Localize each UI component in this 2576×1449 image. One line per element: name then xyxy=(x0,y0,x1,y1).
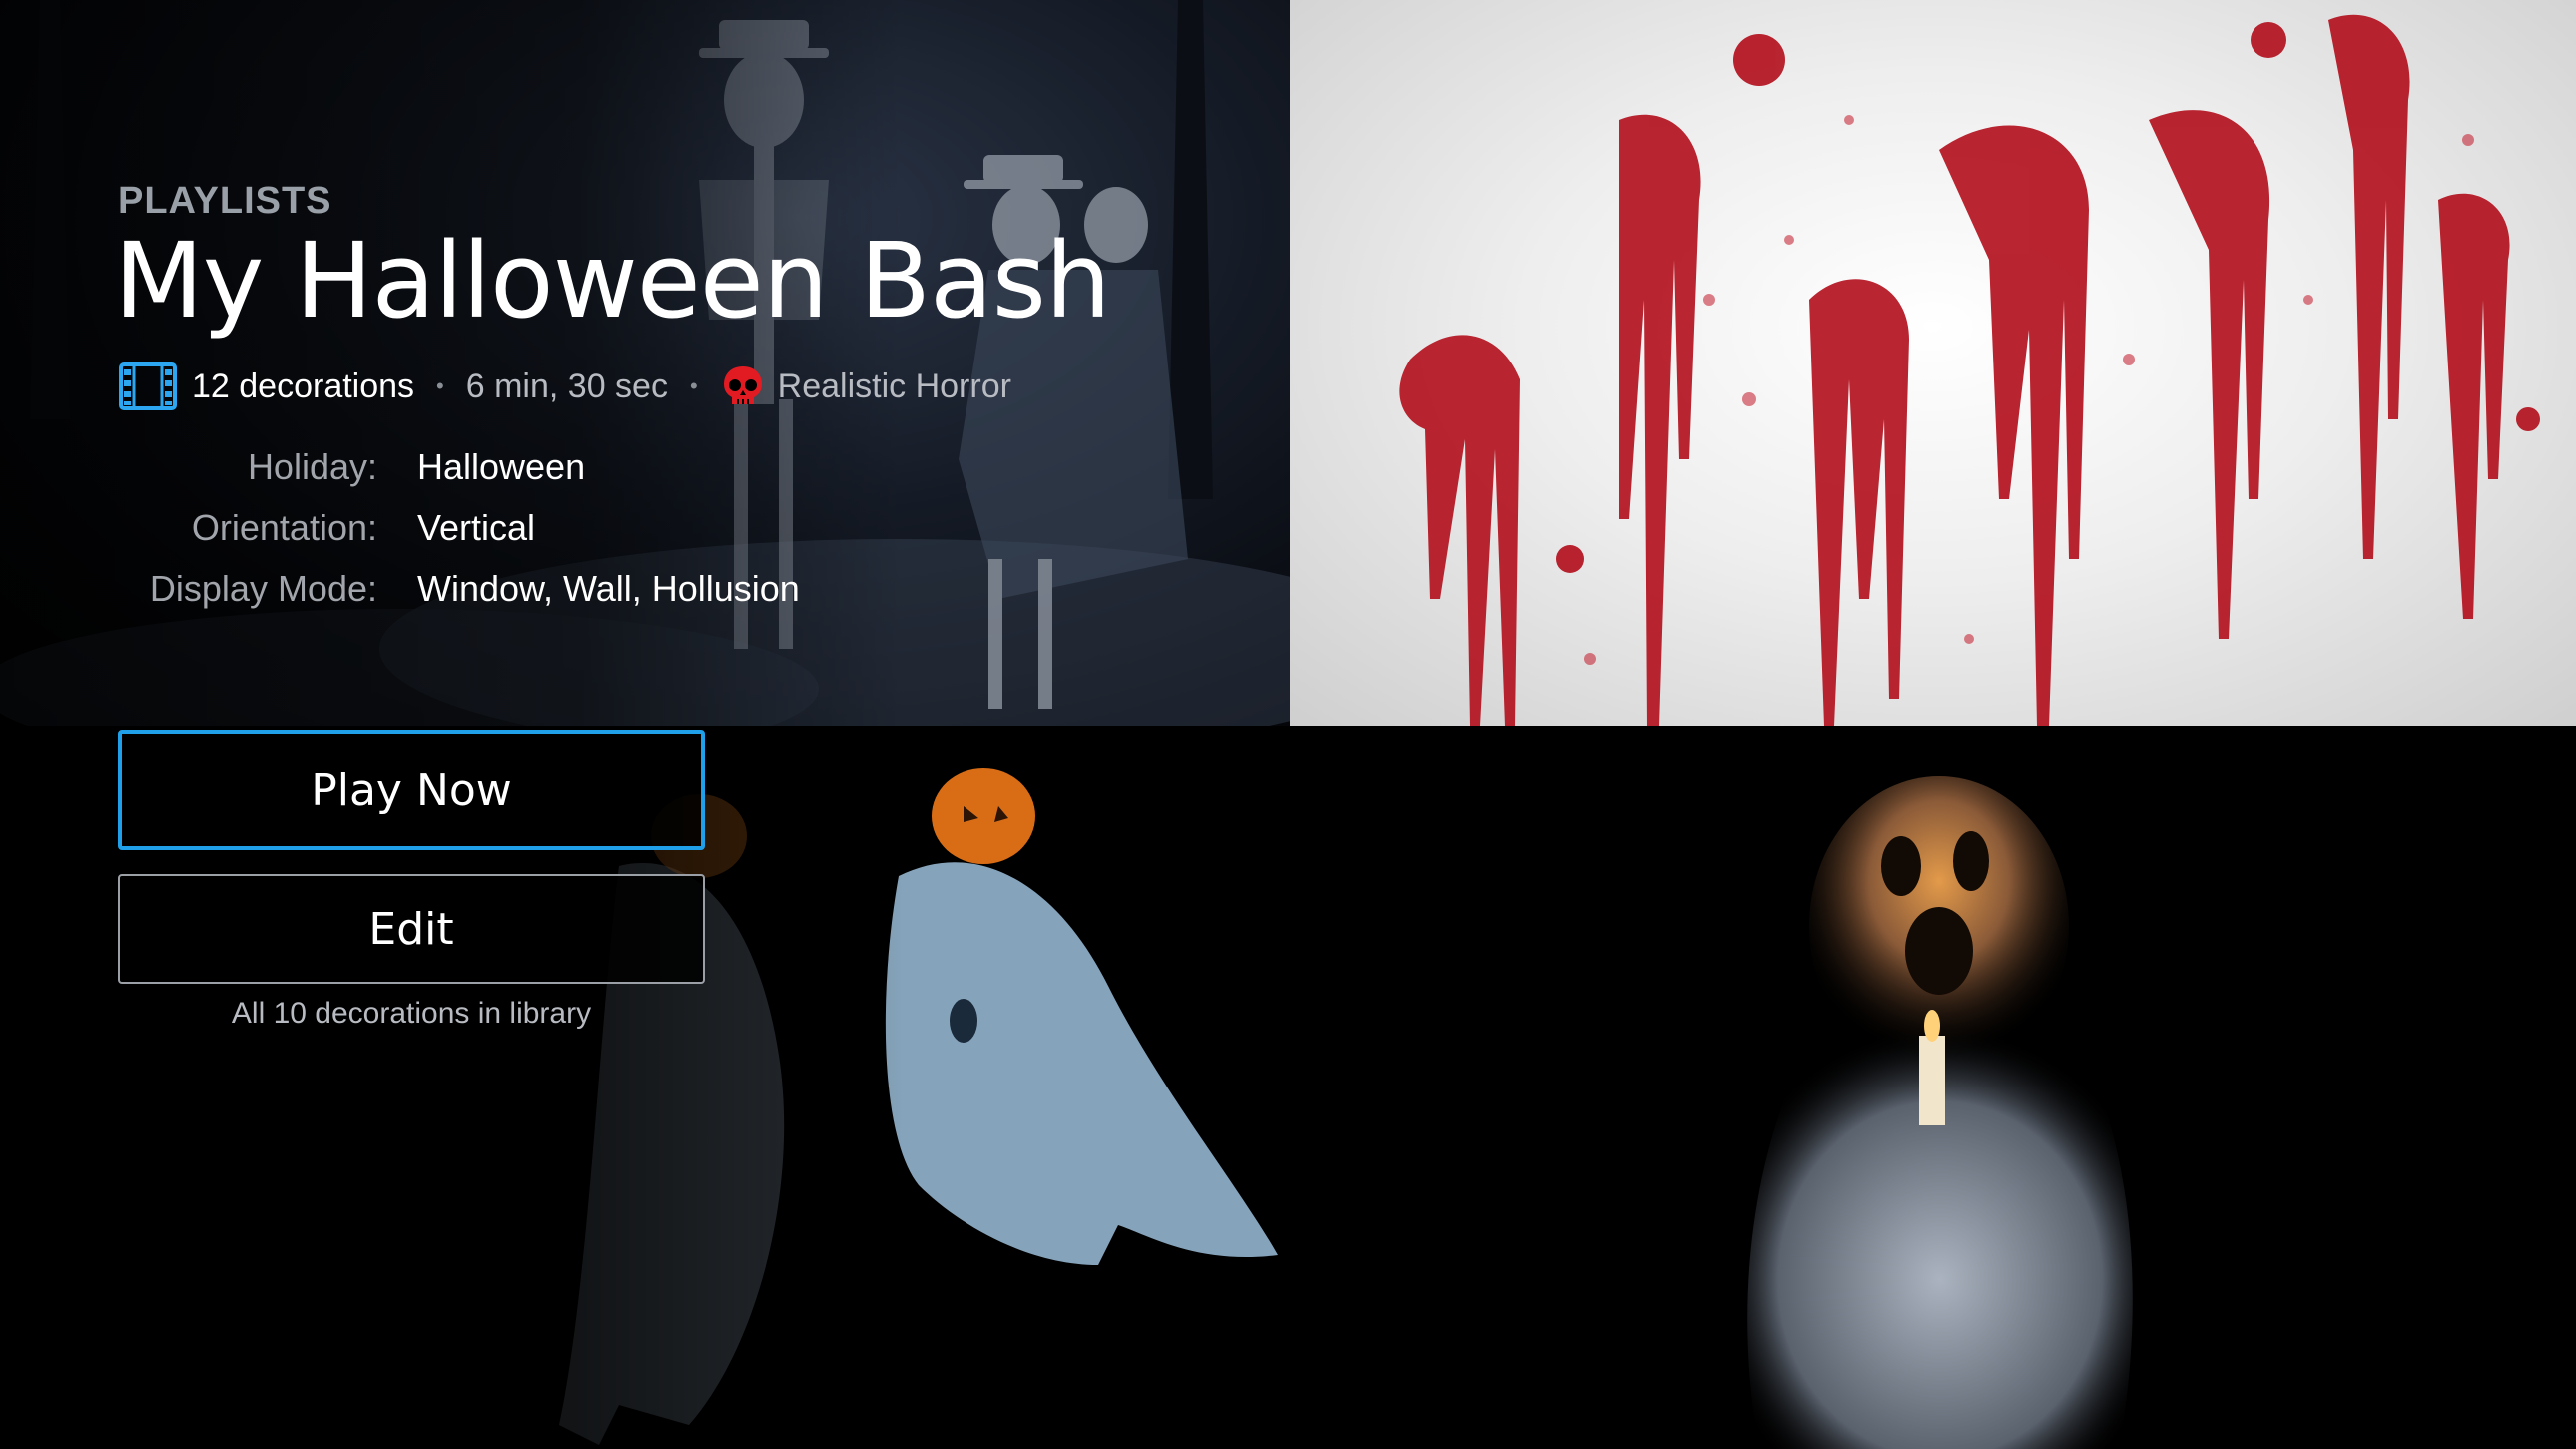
detail-label: Holiday: xyxy=(247,445,377,487)
detail-label: Display Mode: xyxy=(149,567,377,609)
detail-label: Orientation: xyxy=(191,506,377,548)
detail-value: Window, Wall, Hollusion xyxy=(417,567,800,609)
detail-value: Vertical xyxy=(417,506,536,548)
category-label: Realistic Horror xyxy=(777,366,1011,405)
playlist-duration: 6 min, 30 sec xyxy=(465,366,668,405)
detail-row-orientation: Orientation: Vertical xyxy=(118,497,1216,558)
meta-separator: • xyxy=(436,373,444,398)
play-now-button[interactable]: Play Now xyxy=(118,730,705,850)
playlist-meta: 12 decorations • 6 min, 30 sec • Realist… xyxy=(118,359,1216,414)
details-list: Holiday: Halloween Orientation: Vertical… xyxy=(118,436,1216,619)
skull-icon xyxy=(720,363,766,409)
candle-ghost-image xyxy=(1747,776,2133,1449)
library-note: All 10 decorations in library xyxy=(231,997,592,1030)
page-title: My Halloween Bash xyxy=(114,220,1111,342)
blood-splatter-image xyxy=(1399,14,2540,726)
section-label: PLAYLISTS xyxy=(118,180,332,222)
playlist-details-panel: PLAYLISTS My Halloween Bash 12 decoratio… xyxy=(114,180,1216,619)
meta-separator: • xyxy=(689,373,698,398)
edit-button[interactable]: Edit xyxy=(118,874,705,984)
detail-row-holiday: Holiday: Halloween xyxy=(118,436,1216,497)
thumbnail-candle-ghost xyxy=(1290,726,2576,1449)
detail-value: Halloween xyxy=(417,445,586,487)
film-strip-icon xyxy=(118,362,178,411)
thumbnail-blood-splatter xyxy=(1290,0,2576,726)
detail-row-display-mode: Display Mode: Window, Wall, Hollusion xyxy=(118,558,1216,619)
decorations-count: 12 decorations xyxy=(192,366,415,405)
